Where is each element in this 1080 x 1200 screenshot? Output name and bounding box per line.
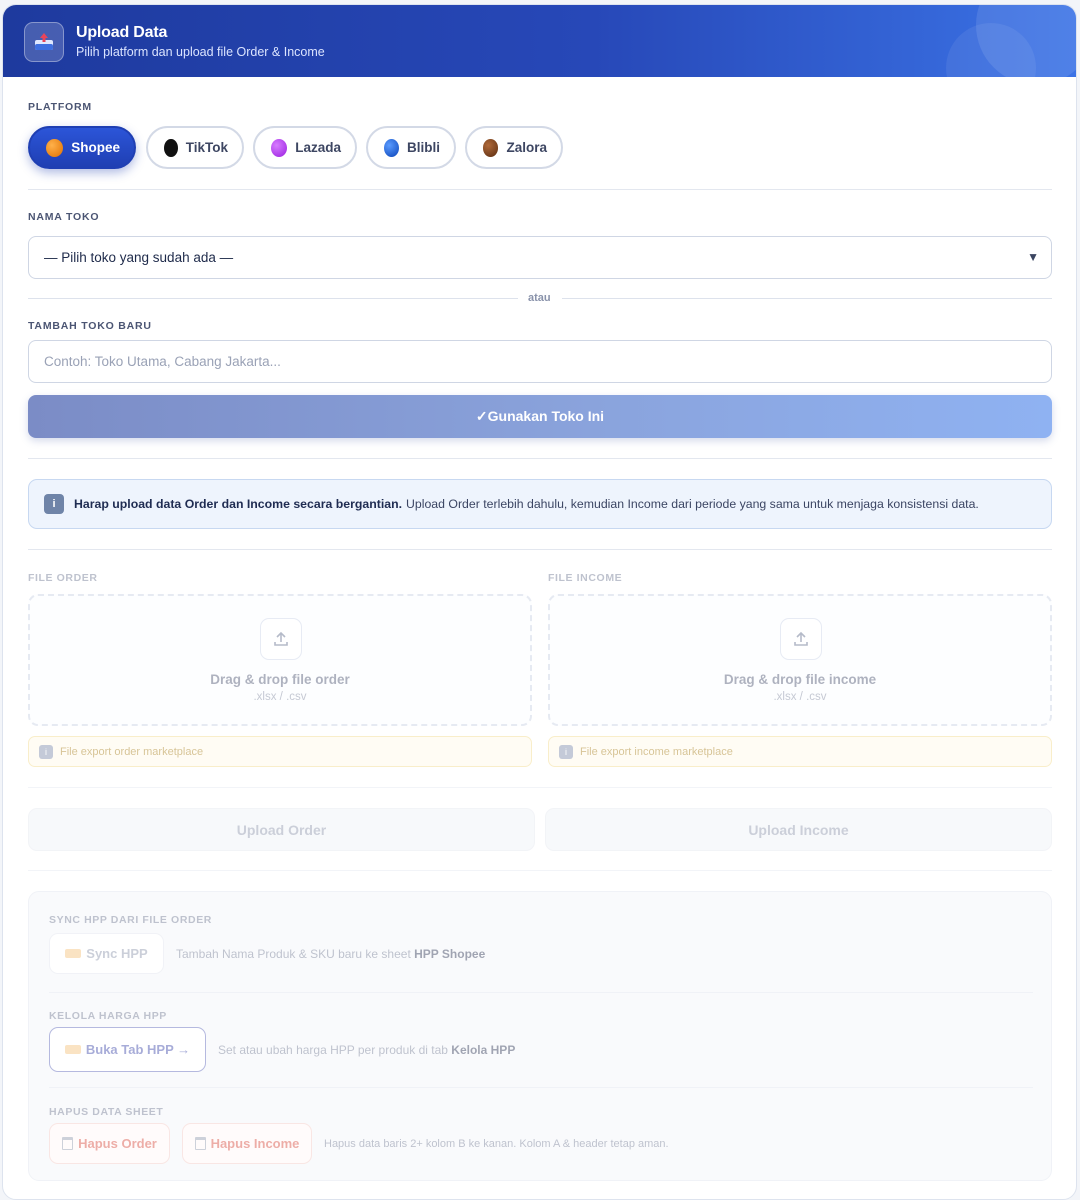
info-icon: i [39, 744, 53, 759]
tiktok-dot-icon [164, 138, 178, 157]
upload-income-button-label: Upload Income [748, 821, 849, 838]
use-store-button[interactable]: ✓Gunakan Toko Ini [28, 395, 1052, 438]
sync-hpp-label: SYNC HPP DARI FILE ORDER [49, 914, 212, 926]
platform-label-blibli: Blibli [407, 140, 440, 155]
divider [28, 549, 1052, 550]
upload-order-button[interactable]: Upload Order [28, 808, 535, 851]
divider [28, 189, 1052, 190]
order-dropzone-formats: .xlsx / .csv [253, 691, 307, 703]
open-hpp-tab-button-label: Buka Tab HPP → [85, 1042, 191, 1057]
caret-down-icon: ▼ [1027, 250, 1039, 264]
order-hint: i File export order marketplace [28, 736, 532, 767]
separator-line-right [562, 298, 1052, 299]
platform-label-zalora: Zalora [506, 140, 547, 155]
info-notice-text: Upload Order terlebih dahulu, kemudian I… [406, 497, 979, 511]
sync-hpp-button[interactable]: Sync HPP [49, 933, 164, 974]
order-hint-text: File export order marketplace [60, 745, 204, 758]
shopee-dot-icon [46, 138, 64, 157]
upload-income-button[interactable]: Upload Income [545, 808, 1052, 851]
platform-label-shopee: Shopee [71, 140, 120, 155]
separator-text: atau [528, 292, 551, 304]
use-store-button-label: ✓Gunakan Toko Ini [475, 408, 605, 424]
divider [28, 870, 1052, 871]
page-title: Upload Data [76, 24, 168, 41]
platform-label: PLATFORM [28, 101, 92, 113]
sync-hpp-desc: Tambah Nama Produk & SKU baru ke sheet H… [176, 947, 485, 961]
tag-icon [64, 1045, 81, 1054]
divider [49, 992, 1033, 993]
tag-icon [65, 949, 82, 958]
kelola-hpp-desc-bold: Kelola HPP [451, 1043, 516, 1057]
income-dropzone-title: Drag & drop file income [723, 672, 877, 687]
platform-label-lazada: Lazada [295, 140, 341, 155]
platform-lazada[interactable]: Lazada [253, 126, 357, 169]
info-icon: i [559, 744, 573, 759]
order-dropzone-title: Drag & drop file order [210, 672, 350, 687]
upload-icon [260, 618, 302, 660]
divider [28, 787, 1052, 788]
upload-icon [780, 618, 822, 660]
toko-select-value: — Pilih toko yang sudah ada — [44, 250, 234, 265]
lazada-dot-icon [271, 138, 288, 157]
page-subtitle: Pilih platform dan upload file Order & I… [76, 45, 325, 59]
platform-tiktok[interactable]: TikTok [146, 126, 244, 169]
kelola-hpp-desc: Set atau ubah harga HPP per produk di ta… [218, 1043, 515, 1057]
platform-label-tiktok: TikTok [185, 140, 228, 155]
info-notice: i Harap upload data Order dan Income sec… [28, 479, 1052, 529]
upload-panel: Upload Data Pilih platform dan upload fi… [2, 4, 1077, 1200]
tambah-toko-label: TAMBAH TOKO BARU [28, 320, 152, 332]
toko-select[interactable]: — Pilih toko yang sudah ada — ▼ [28, 236, 1052, 279]
open-hpp-tab-button[interactable]: Buka Tab HPP → [49, 1027, 206, 1072]
separator-line-left [28, 298, 518, 299]
income-hint-text: File export income marketplace [580, 745, 733, 758]
info-notice-bold: Harap upload data Order dan Income secar… [74, 497, 403, 511]
new-store-input[interactable] [28, 340, 1052, 383]
income-dropzone[interactable]: Drag & drop file income .xlsx / .csv [548, 594, 1052, 726]
upload-order-button-label: Upload Order [236, 821, 327, 838]
file-order-label: FILE ORDER [28, 572, 98, 584]
trash-icon [194, 1137, 206, 1150]
kelola-hpp-label: KELOLA HARGA HPP [49, 1010, 167, 1022]
divider [28, 458, 1052, 459]
file-income-label: FILE INCOME [548, 572, 623, 584]
kelola-hpp-desc-text: Set atau ubah harga HPP per produk di ta… [218, 1043, 448, 1057]
delete-income-button-label: Hapus Income [210, 1136, 300, 1151]
hpp-tools-card: SYNC HPP DARI FILE ORDER Sync HPP Tambah… [28, 891, 1052, 1181]
income-dropzone-formats: .xlsx / .csv [773, 691, 827, 703]
sync-hpp-desc-bold: HPP Shopee [414, 947, 486, 961]
nama-toko-label: NAMA TOKO [28, 211, 100, 223]
delete-order-button-label: Hapus Order [78, 1136, 157, 1151]
divider [49, 1087, 1033, 1088]
platform-zalora[interactable]: Zalora [465, 126, 563, 169]
hapus-data-label: HAPUS DATA SHEET [49, 1106, 164, 1118]
sync-hpp-button-label: Sync HPP [86, 946, 148, 961]
trash-icon [62, 1137, 74, 1150]
blibli-dot-icon [384, 138, 399, 157]
delete-income-button[interactable]: Hapus Income [182, 1123, 312, 1164]
panel-header: Upload Data Pilih platform dan upload fi… [3, 5, 1076, 77]
hapus-data-desc: Hapus data baris 2+ kolom B ke kanan. Ko… [324, 1138, 669, 1150]
sync-hpp-desc-text: Tambah Nama Produk & SKU baru ke sheet [176, 947, 411, 961]
order-dropzone[interactable]: Drag & drop file order .xlsx / .csv [28, 594, 532, 726]
delete-order-button[interactable]: Hapus Order [49, 1123, 170, 1164]
platform-blibli[interactable]: Blibli [366, 126, 456, 169]
inbox-upload-icon [24, 22, 64, 62]
info-icon: i [44, 494, 64, 514]
zalora-dot-icon [483, 138, 499, 157]
platform-shopee[interactable]: Shopee [28, 126, 136, 169]
income-hint: i File export income marketplace [548, 736, 1052, 767]
